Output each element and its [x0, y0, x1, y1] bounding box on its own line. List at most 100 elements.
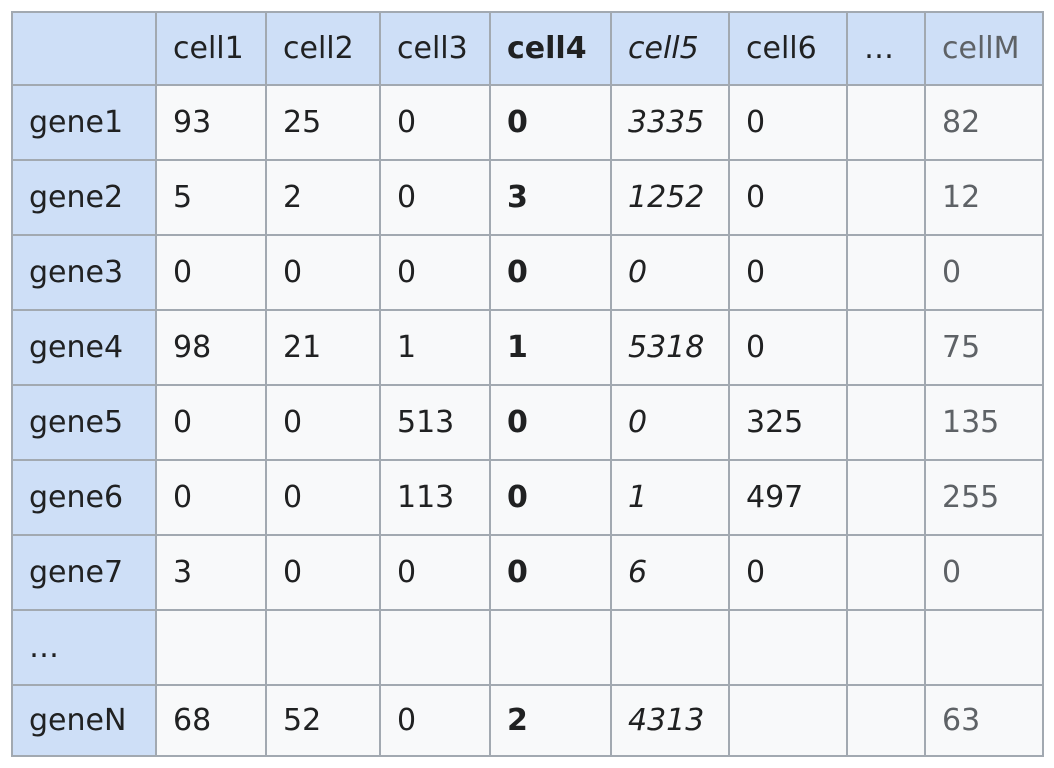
- table-cell: 4313: [610, 684, 730, 757]
- corner-cell: [11, 11, 157, 86]
- row-header: geneN: [11, 684, 157, 757]
- column-header: cell1: [155, 11, 267, 86]
- table-cell: 0: [728, 309, 848, 386]
- table-row: …: [11, 609, 1044, 686]
- table-cell: 1: [610, 459, 730, 536]
- header-row: cell1 cell2 cell3 cell4 cell5 cell6 … ce…: [11, 11, 1044, 86]
- table-cell: [846, 384, 926, 461]
- table-row: gene5 0 0 513 0 0 325 135: [11, 384, 1044, 461]
- table-cell: 63: [924, 684, 1044, 757]
- table-row: gene2 5 2 0 3 1252 0 12: [11, 159, 1044, 236]
- table-cell: [265, 609, 381, 686]
- table-cell: 135: [924, 384, 1044, 461]
- table-row: gene3 0 0 0 0 0 0 0: [11, 234, 1044, 311]
- table-cell: 255: [924, 459, 1044, 536]
- table-cell: [379, 609, 491, 686]
- table-cell: [846, 159, 926, 236]
- table-cell: 0: [924, 234, 1044, 311]
- table-cell: 25: [265, 84, 381, 161]
- table-cell: 0: [265, 534, 381, 611]
- table-cell: [846, 609, 926, 686]
- table-cell: 497: [728, 459, 848, 536]
- table-cell: 325: [728, 384, 848, 461]
- column-header-ellipsis: …: [846, 11, 926, 86]
- table-cell: 0: [728, 84, 848, 161]
- table-cell: 75: [924, 309, 1044, 386]
- table-cell: 0: [728, 234, 848, 311]
- row-header: gene6: [11, 459, 157, 536]
- table-cell: 0: [379, 684, 491, 757]
- gene-cell-count-matrix: cell1 cell2 cell3 cell4 cell5 cell6 … ce…: [11, 11, 1044, 757]
- table-cell: 0: [489, 234, 612, 311]
- column-header-italic: cell5: [610, 11, 730, 86]
- table-cell: [846, 84, 926, 161]
- table-cell: 0: [265, 459, 381, 536]
- table-cell: [610, 609, 730, 686]
- table-cell: [846, 684, 926, 757]
- table-cell: [846, 459, 926, 536]
- table-row: gene1 93 25 0 0 3335 0 82: [11, 84, 1044, 161]
- table-cell: 113: [379, 459, 491, 536]
- table-row: gene6 0 0 113 0 1 497 255: [11, 459, 1044, 536]
- table-cell: [846, 534, 926, 611]
- column-header: cell6: [728, 11, 848, 86]
- table-cell: 5318: [610, 309, 730, 386]
- column-header: cell2: [265, 11, 381, 86]
- table-cell: 2: [265, 159, 381, 236]
- table-cell: 0: [728, 534, 848, 611]
- table-cell: [846, 234, 926, 311]
- row-header: gene4: [11, 309, 157, 386]
- table-cell: 1252: [610, 159, 730, 236]
- table-cell: [728, 609, 848, 686]
- table-cell: 0: [265, 234, 381, 311]
- table-cell: [489, 609, 612, 686]
- table-cell: 6: [610, 534, 730, 611]
- table-cell: 12: [924, 159, 1044, 236]
- table-cell: 0: [379, 84, 491, 161]
- column-header-bold: cell4: [489, 11, 612, 86]
- table-cell: [924, 609, 1044, 686]
- table-cell: 82: [924, 84, 1044, 161]
- table-cell: 1: [379, 309, 491, 386]
- table-cell: 0: [155, 459, 267, 536]
- table-cell: 93: [155, 84, 267, 161]
- table-cell: 3: [489, 159, 612, 236]
- table-row: gene7 3 0 0 0 6 0 0: [11, 534, 1044, 611]
- table-cell: 3: [155, 534, 267, 611]
- table-cell: 5: [155, 159, 267, 236]
- table-row: geneN 68 52 0 2 4313 63: [11, 684, 1044, 757]
- table-row: gene4 98 21 1 1 5318 0 75: [11, 309, 1044, 386]
- table-cell: 0: [489, 84, 612, 161]
- table-cell: 0: [489, 459, 612, 536]
- table-cell: 0: [728, 159, 848, 236]
- table-cell: 68: [155, 684, 267, 757]
- row-header: gene3: [11, 234, 157, 311]
- table-cell: 1: [489, 309, 612, 386]
- table-cell: 0: [489, 384, 612, 461]
- table-cell: 0: [610, 384, 730, 461]
- row-header: …: [11, 609, 157, 686]
- table-cell: 21: [265, 309, 381, 386]
- table-cell: 0: [155, 384, 267, 461]
- table-cell: 0: [489, 534, 612, 611]
- table-cell: 0: [610, 234, 730, 311]
- table-cell: [155, 609, 267, 686]
- table-cell: 2: [489, 684, 612, 757]
- row-header: gene5: [11, 384, 157, 461]
- row-header: gene1: [11, 84, 157, 161]
- table-cell: [728, 684, 848, 757]
- table-cell: 0: [379, 534, 491, 611]
- table-cell: 0: [379, 234, 491, 311]
- column-header: cell3: [379, 11, 491, 86]
- table-cell: [846, 309, 926, 386]
- table-cell: 0: [924, 534, 1044, 611]
- table-cell: 3335: [610, 84, 730, 161]
- table-cell: 98: [155, 309, 267, 386]
- table-cell: 0: [265, 384, 381, 461]
- column-header-grey: cellM: [924, 11, 1044, 86]
- table-cell: 0: [155, 234, 267, 311]
- row-header: gene7: [11, 534, 157, 611]
- table-cell: 513: [379, 384, 491, 461]
- table-cell: 52: [265, 684, 381, 757]
- row-header: gene2: [11, 159, 157, 236]
